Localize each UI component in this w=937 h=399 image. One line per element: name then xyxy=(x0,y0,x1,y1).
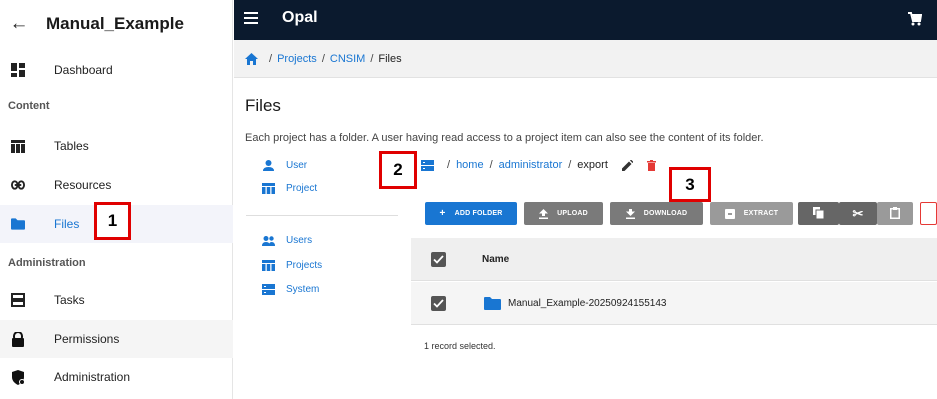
annotation-marker-2: 2 xyxy=(379,151,417,189)
breadcrumb-project-link[interactable]: CNSIM xyxy=(330,53,365,65)
admin-shield-icon xyxy=(11,369,25,385)
server-icon xyxy=(421,159,434,171)
tasks-icon xyxy=(11,293,25,307)
files-nav-divider xyxy=(246,215,398,216)
files-nav-users-label: Users xyxy=(286,235,313,246)
archive-icon xyxy=(724,208,735,219)
files-nav-system-label: System xyxy=(286,284,320,295)
files-nav-system[interactable]: System xyxy=(262,284,319,295)
extract-label: EXTRACT xyxy=(743,210,779,217)
upload-label: UPLOAD xyxy=(557,210,588,217)
link-icon xyxy=(11,178,25,192)
files-nav-user[interactable]: User xyxy=(262,160,307,171)
files-nav-projects[interactable]: Projects xyxy=(262,260,322,271)
section-content-heading: Content xyxy=(8,100,50,112)
breadcrumb-separator: / xyxy=(370,52,374,65)
clipboard-icon xyxy=(890,206,900,221)
selection-status: 1 record selected. xyxy=(424,341,496,351)
nav-item-tasks[interactable]: Tasks xyxy=(0,281,233,319)
breadcrumb-separator: / xyxy=(321,52,325,65)
drawer-title: Manual_Example xyxy=(46,14,184,33)
add-folder-button[interactable]: + ADD FOLDER xyxy=(425,202,517,225)
table-row[interactable]: Manual_Example-20250924155143 xyxy=(411,282,937,325)
path-home-link[interactable]: home xyxy=(456,159,484,171)
copy-icon xyxy=(813,206,825,221)
upload-icon xyxy=(539,208,549,219)
path-admin-link[interactable]: administrator xyxy=(499,159,563,171)
file-name-link[interactable]: Manual_Example-20250924155143 xyxy=(508,298,666,309)
pencil-icon[interactable] xyxy=(621,159,634,171)
select-all-checkbox[interactable] xyxy=(431,252,446,267)
upload-button[interactable]: UPLOAD xyxy=(524,202,603,225)
back-arrow-icon[interactable]: ← xyxy=(10,13,29,34)
files-nav-user-label: User xyxy=(286,160,308,171)
navigation-drawer: ← Manual_Example Dashboard Content Table… xyxy=(0,0,233,399)
row-checkbox[interactable] xyxy=(431,296,446,311)
delete-button[interactable] xyxy=(920,202,937,225)
trash-icon[interactable] xyxy=(646,159,656,171)
table-icon xyxy=(262,260,275,271)
person-icon xyxy=(262,160,275,171)
nav-label-files: Files xyxy=(54,217,80,231)
cart-icon[interactable] xyxy=(908,12,924,28)
nav-item-dashboard[interactable]: Dashboard xyxy=(0,51,233,89)
app-title: Opal xyxy=(282,9,318,26)
nav-item-tables[interactable]: Tables xyxy=(0,127,233,165)
breadcrumb: / Projects / CNSIM / Files xyxy=(234,40,937,78)
path-separator: / xyxy=(447,159,451,171)
breadcrumb-projects-link[interactable]: Projects xyxy=(277,53,317,65)
lock-icon xyxy=(11,331,25,347)
section-administration-heading: Administration xyxy=(8,257,86,269)
cut-button[interactable]: ✂ xyxy=(839,202,877,225)
home-icon[interactable] xyxy=(245,52,258,65)
paste-button[interactable] xyxy=(877,202,913,225)
files-nav-users[interactable]: Users xyxy=(262,235,312,246)
scissors-icon: ✂ xyxy=(852,205,864,221)
plus-icon: + xyxy=(439,208,446,219)
table-icon xyxy=(262,183,275,194)
copy-button[interactable] xyxy=(798,202,839,225)
table-header: Name xyxy=(411,238,937,281)
name-column-header[interactable]: Name xyxy=(482,254,509,265)
nav-item-permissions[interactable]: Permissions xyxy=(0,320,233,358)
annotation-marker-1: 1 xyxy=(94,202,131,240)
page-description: Each project has a folder. A user having… xyxy=(245,132,764,144)
page-title: Files xyxy=(245,96,281,115)
nav-item-administration[interactable]: Administration xyxy=(0,358,233,396)
nav-label-resources: Resources xyxy=(54,178,112,192)
nav-label-tables: Tables xyxy=(54,139,89,153)
download-label: DOWNLOAD xyxy=(643,210,688,217)
folder-icon xyxy=(11,217,25,231)
table-icon xyxy=(11,139,25,153)
nav-label-tasks: Tasks xyxy=(54,293,85,307)
files-nav-project-label: Project xyxy=(286,183,318,194)
files-nav-project[interactable]: Project xyxy=(262,183,317,194)
download-button[interactable]: DOWNLOAD xyxy=(610,202,703,225)
path-separator: / xyxy=(489,159,493,171)
nav-item-resources[interactable]: Resources xyxy=(0,166,233,204)
path-current: export xyxy=(577,159,608,171)
group-icon xyxy=(262,235,275,246)
server-icon xyxy=(262,284,275,295)
download-icon xyxy=(625,208,635,219)
nav-label-permissions: Permissions xyxy=(54,332,120,346)
extract-button[interactable]: EXTRACT xyxy=(710,202,793,225)
add-folder-label: ADD FOLDER xyxy=(454,210,503,217)
app-bar: Opal xyxy=(234,0,937,40)
nav-label-dashboard: Dashboard xyxy=(54,63,113,77)
folder-icon xyxy=(484,297,501,310)
breadcrumb-current: Files xyxy=(378,52,402,65)
path-separator: / xyxy=(568,159,572,171)
nav-label-administration: Administration xyxy=(54,370,131,384)
annotation-marker-3: 3 xyxy=(669,167,711,202)
folder-path: / home / administrator / export xyxy=(421,159,656,171)
dashboard-icon xyxy=(11,63,25,77)
files-nav-projects-label: Projects xyxy=(286,260,323,271)
breadcrumb-separator: / xyxy=(269,52,273,65)
menu-icon[interactable] xyxy=(244,12,258,24)
